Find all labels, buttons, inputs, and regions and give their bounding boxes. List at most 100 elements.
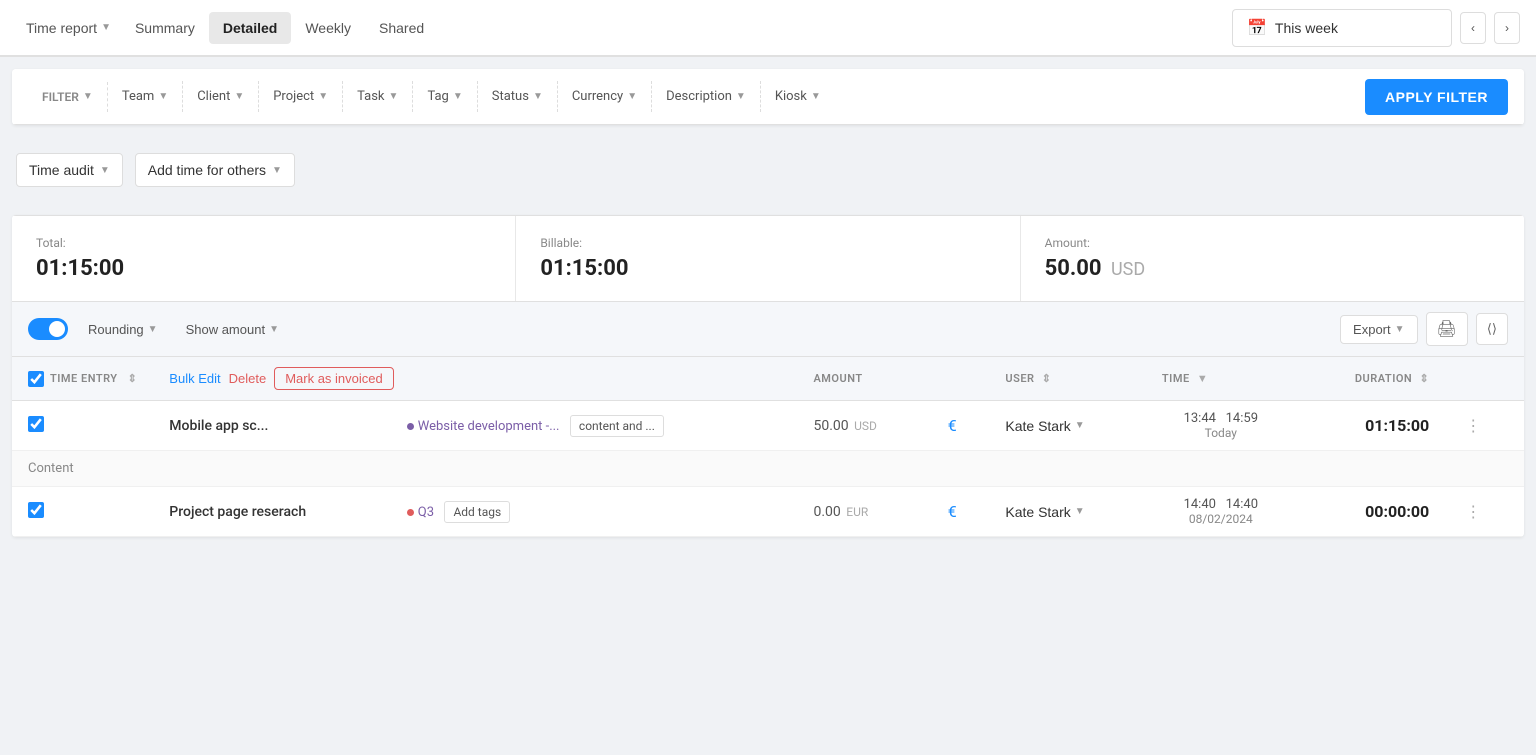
row2-billable: € bbox=[932, 487, 990, 537]
table-row: Project page reserach Q3 Add tags 0.00 E… bbox=[12, 487, 1524, 537]
filter-description[interactable]: Description ▼ bbox=[652, 81, 761, 112]
show-amount-chevron: ▼ bbox=[269, 324, 279, 335]
share-icon: ⟨⟩ bbox=[1487, 321, 1497, 336]
filter-currency[interactable]: Currency ▼ bbox=[558, 81, 652, 112]
date-picker-button[interactable]: 📅 This week bbox=[1232, 9, 1452, 47]
filter-chevron: ▼ bbox=[83, 91, 93, 102]
row1-project-dot bbox=[407, 423, 414, 430]
rounding-toggle[interactable] bbox=[28, 318, 68, 340]
row2-project-dot bbox=[407, 509, 414, 516]
select-all-checkbox[interactable] bbox=[28, 371, 44, 387]
next-week-button[interactable]: › bbox=[1494, 12, 1520, 44]
time-audit-button[interactable]: Time audit ▼ bbox=[16, 153, 123, 187]
amount-label: Amount: bbox=[1045, 236, 1500, 250]
row2-project-badge[interactable]: Q3 bbox=[407, 505, 434, 520]
th-amount: AMOUNT bbox=[797, 357, 931, 401]
filter-status[interactable]: Status ▼ bbox=[478, 81, 558, 112]
time-report-dropdown[interactable]: Time report ▼ bbox=[16, 12, 121, 44]
add-time-chevron: ▼ bbox=[272, 165, 282, 176]
filter-client[interactable]: Client ▼ bbox=[183, 81, 259, 112]
amount-currency: USD bbox=[1111, 259, 1145, 280]
row1-time-date: Today bbox=[1162, 426, 1280, 440]
total-value: 01:15:00 bbox=[36, 256, 491, 281]
duration-sort-icon: ⇕ bbox=[1419, 372, 1429, 385]
tag-chevron: ▼ bbox=[453, 91, 463, 102]
action-row: Time audit ▼ Add time for others ▼ bbox=[0, 137, 1536, 203]
row1-billable: € bbox=[932, 401, 990, 451]
row1-project-tag: Website development -... content and ... bbox=[391, 401, 798, 451]
row1-more-button[interactable]: ⋮ bbox=[1461, 412, 1485, 440]
total-label: Total: bbox=[36, 236, 491, 250]
filter-section: FILTER ▼ Team ▼ Client ▼ Project ▼ Task … bbox=[12, 69, 1524, 125]
row1-amount: 50.00 USD bbox=[797, 401, 931, 451]
row1-user: Kate Stark ▼ bbox=[989, 401, 1146, 451]
row1-time: 13:44 14:59 Today bbox=[1146, 401, 1296, 451]
row1-duration: 01:15:00 bbox=[1296, 401, 1446, 451]
currency-chevron: ▼ bbox=[627, 91, 637, 102]
row1-time-range: 13:44 14:59 bbox=[1162, 411, 1280, 426]
show-amount-button[interactable]: Show amount ▼ bbox=[178, 318, 287, 341]
filter-tag[interactable]: Tag ▼ bbox=[413, 81, 477, 112]
th-user: USER ⇕ bbox=[989, 357, 1146, 401]
add-time-for-others-button[interactable]: Add time for others ▼ bbox=[135, 153, 295, 187]
row2-more-button[interactable]: ⋮ bbox=[1461, 498, 1485, 526]
client-chevron: ▼ bbox=[234, 91, 244, 102]
row2-tag-badge[interactable]: Add tags bbox=[444, 501, 510, 523]
billable-summary: Billable: 01:15:00 bbox=[516, 216, 1020, 301]
amount-summary: Amount: 50.00 USD bbox=[1021, 216, 1524, 301]
tab-detailed[interactable]: Detailed bbox=[209, 12, 291, 44]
calendar-icon: 📅 bbox=[1247, 18, 1267, 38]
prev-week-button[interactable]: ‹ bbox=[1460, 12, 1486, 44]
tab-weekly[interactable]: Weekly bbox=[291, 12, 365, 44]
filter-label-item[interactable]: FILTER ▼ bbox=[28, 82, 108, 112]
bulk-edit-button[interactable]: Bulk Edit bbox=[169, 371, 220, 386]
row2-duration: 00:00:00 bbox=[1296, 487, 1446, 537]
row1-project-badge[interactable]: Website development -... bbox=[407, 419, 560, 434]
filter-project[interactable]: Project ▼ bbox=[259, 81, 343, 112]
row1-tag-badge[interactable]: content and ... bbox=[570, 415, 664, 437]
time-table: TIME ENTRY ⇕ Bulk Edit Delete Mark as in… bbox=[12, 357, 1524, 537]
rounding-button[interactable]: Rounding ▼ bbox=[80, 318, 166, 341]
row1-checkbox-cell bbox=[12, 401, 153, 451]
billable-label: Billable: bbox=[540, 236, 995, 250]
share-button[interactable]: ⟨⟩ bbox=[1476, 313, 1508, 345]
group-label-row: Content bbox=[12, 451, 1524, 487]
time-report-label: Time report bbox=[26, 20, 97, 36]
delete-button[interactable]: Delete bbox=[229, 371, 267, 386]
kiosk-chevron: ▼ bbox=[811, 91, 821, 102]
th-billable-icon bbox=[932, 357, 990, 401]
description-chevron: ▼ bbox=[736, 91, 746, 102]
apply-filter-button[interactable]: APPLY FILTER bbox=[1365, 79, 1508, 115]
print-button[interactable]: 🖨 bbox=[1426, 312, 1468, 346]
row1-checkbox[interactable] bbox=[28, 416, 44, 432]
amount-value: 50.00 USD bbox=[1045, 256, 1500, 281]
row2-euro-icon[interactable]: € bbox=[948, 502, 957, 521]
rounding-chevron: ▼ bbox=[148, 324, 158, 335]
filter-team[interactable]: Team ▼ bbox=[108, 81, 183, 112]
filter-kiosk[interactable]: Kiosk ▼ bbox=[761, 81, 835, 112]
project-chevron: ▼ bbox=[318, 91, 328, 102]
export-chevron: ▼ bbox=[1395, 324, 1405, 335]
export-button[interactable]: Export ▼ bbox=[1340, 315, 1417, 344]
row1-user-chevron: ▼ bbox=[1075, 420, 1085, 431]
filter-task[interactable]: Task ▼ bbox=[343, 81, 413, 112]
row1-user-dropdown[interactable]: Kate Stark ▼ bbox=[1005, 418, 1084, 434]
tab-summary[interactable]: Summary bbox=[121, 12, 209, 44]
tab-shared[interactable]: Shared bbox=[365, 12, 438, 44]
row2-amount: 0.00 EUR bbox=[797, 487, 931, 537]
row2-time: 14:40 14:40 08/02/2024 bbox=[1146, 487, 1296, 537]
app-container: Time report ▼ Summary Detailed Weekly Sh… bbox=[0, 0, 1536, 755]
task-chevron: ▼ bbox=[389, 91, 399, 102]
th-entry-info: Bulk Edit Delete Mark as invoiced bbox=[153, 357, 797, 401]
row2-checkbox[interactable] bbox=[28, 502, 44, 518]
row1-more-cell: ⋮ bbox=[1445, 401, 1524, 451]
mark-invoiced-button[interactable]: Mark as invoiced bbox=[274, 367, 394, 390]
table-row: Mobile app sc... Website development -..… bbox=[12, 401, 1524, 451]
date-label: This week bbox=[1275, 20, 1338, 36]
row2-user-dropdown[interactable]: Kate Stark ▼ bbox=[1005, 504, 1084, 520]
total-summary: Total: 01:15:00 bbox=[12, 216, 516, 301]
row1-euro-icon[interactable]: € bbox=[948, 416, 957, 435]
th-checkbox: TIME ENTRY ⇕ bbox=[12, 357, 153, 401]
team-chevron: ▼ bbox=[158, 91, 168, 102]
status-chevron: ▼ bbox=[533, 91, 543, 102]
